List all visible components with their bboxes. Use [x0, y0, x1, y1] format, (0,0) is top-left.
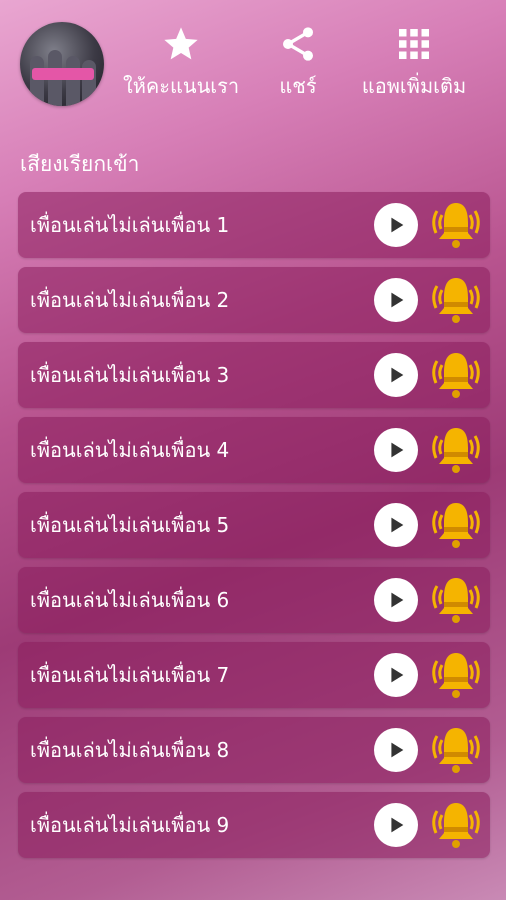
- play-button[interactable]: [374, 728, 418, 772]
- share-icon: [262, 22, 334, 66]
- ringtone-row[interactable]: เพื่อนเล่นไม่เล่นเพื่อน 8: [18, 717, 490, 783]
- play-icon: [391, 442, 404, 458]
- ringtone-label: เพื่อนเล่นไม่เล่นเพื่อน 6: [30, 588, 230, 612]
- play-icon: [391, 217, 404, 233]
- play-icon: [391, 517, 404, 533]
- play-icon: [391, 817, 404, 833]
- set-ringtone-button[interactable]: [428, 647, 484, 703]
- section-title: เสียงเรียกเข้า: [20, 152, 140, 176]
- more-apps-label: แอพเพิ่มเติม: [361, 74, 467, 98]
- ringtone-label: เพื่อนเล่นไม่เล่นเพื่อน 3: [30, 363, 230, 387]
- set-ringtone-button[interactable]: [428, 272, 484, 328]
- ringtone-row[interactable]: เพื่อนเล่นไม่เล่นเพื่อน 3: [18, 342, 490, 408]
- bell-icon: [432, 653, 480, 698]
- grid-icon: [350, 22, 478, 66]
- play-button[interactable]: [374, 428, 418, 472]
- star-icon: [122, 22, 240, 66]
- bell-icon: [432, 203, 480, 248]
- bell-icon: [432, 728, 480, 773]
- ringtone-label: เพื่อนเล่นไม่เล่นเพื่อน 7: [30, 663, 230, 687]
- ringtone-row[interactable]: เพื่อนเล่นไม่เล่นเพื่อน 2: [18, 267, 490, 333]
- play-icon: [391, 592, 404, 608]
- ringtone-row[interactable]: เพื่อนเล่นไม่เล่นเพื่อน 7: [18, 642, 490, 708]
- ringtone-label: เพื่อนเล่นไม่เล่นเพื่อน 4: [30, 438, 230, 462]
- ringtone-label: เพื่อนเล่นไม่เล่นเพื่อน 5: [30, 513, 230, 537]
- share-button[interactable]: แชร์: [262, 22, 334, 102]
- play-button[interactable]: [374, 353, 418, 397]
- play-button[interactable]: [374, 278, 418, 322]
- bell-icon: [432, 278, 480, 323]
- bell-icon: [432, 803, 480, 848]
- play-icon: [391, 292, 404, 308]
- set-ringtone-button[interactable]: [428, 722, 484, 778]
- more-apps-button[interactable]: แอพเพิ่มเติม: [350, 22, 478, 102]
- app-header: ให้คะแนนเรา แชร์ แอพเพิ่มเติม: [0, 0, 506, 125]
- ringtone-row[interactable]: เพื่อนเล่นไม่เล่นเพื่อน 4: [18, 417, 490, 483]
- play-icon: [391, 667, 404, 683]
- set-ringtone-button[interactable]: [428, 497, 484, 553]
- play-button[interactable]: [374, 578, 418, 622]
- play-button[interactable]: [374, 503, 418, 547]
- ringtone-label: เพื่อนเล่นไม่เล่นเพื่อน 1: [30, 213, 230, 237]
- ringtone-row[interactable]: เพื่อนเล่นไม่เล่นเพื่อน 6: [18, 567, 490, 633]
- bell-icon: [432, 503, 480, 548]
- ringtone-row[interactable]: เพื่อนเล่นไม่เล่นเพื่อน 5: [18, 492, 490, 558]
- rate-label: ให้คะแนนเรา: [122, 74, 240, 98]
- play-icon: [391, 367, 404, 383]
- set-ringtone-button[interactable]: [428, 572, 484, 628]
- play-icon: [391, 742, 404, 758]
- ringtone-label: เพื่อนเล่นไม่เล่นเพื่อน 9: [30, 813, 230, 837]
- set-ringtone-button[interactable]: [428, 347, 484, 403]
- play-button[interactable]: [374, 653, 418, 697]
- ringtone-row[interactable]: เพื่อนเล่นไม่เล่นเพื่อน 1: [18, 192, 490, 258]
- share-label: แชร์: [279, 74, 317, 98]
- bell-icon: [432, 353, 480, 398]
- app-avatar: [20, 22, 104, 106]
- ringtone-row[interactable]: เพื่อนเล่นไม่เล่นเพื่อน 9: [18, 792, 490, 858]
- bell-icon: [432, 578, 480, 623]
- ringtone-label: เพื่อนเล่นไม่เล่นเพื่อน 2: [30, 288, 230, 312]
- play-button[interactable]: [374, 203, 418, 247]
- ringtone-list: เพื่อนเล่นไม่เล่นเพื่อน 1 เพื่อนเล่นไม่เ…: [18, 192, 490, 867]
- bell-icon: [432, 428, 480, 473]
- play-button[interactable]: [374, 803, 418, 847]
- ringtone-label: เพื่อนเล่นไม่เล่นเพื่อน 8: [30, 738, 230, 762]
- set-ringtone-button[interactable]: [428, 197, 484, 253]
- rate-button[interactable]: ให้คะแนนเรา: [122, 22, 240, 102]
- set-ringtone-button[interactable]: [428, 797, 484, 853]
- set-ringtone-button[interactable]: [428, 422, 484, 478]
